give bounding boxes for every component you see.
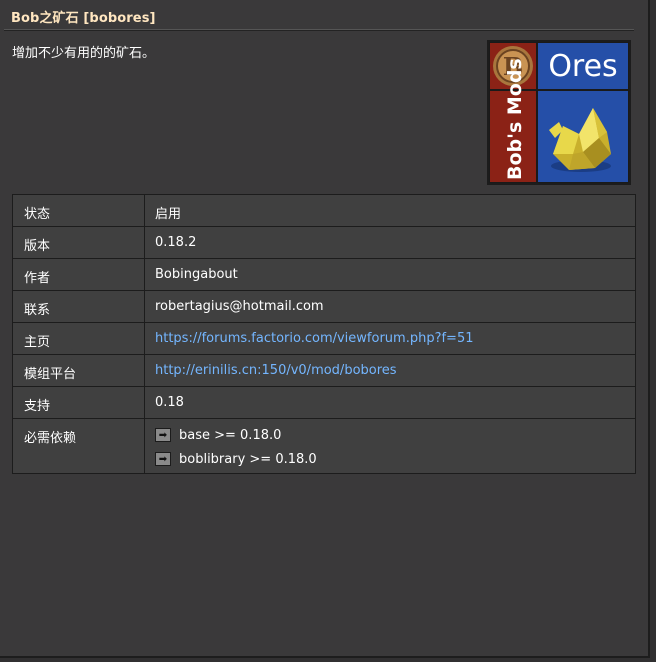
- dependency-item[interactable]: ➡ boblibrary >= 0.18.0: [155, 447, 635, 471]
- arrow-right-icon: ➡: [155, 452, 171, 466]
- value-homepage-cell: https://forums.factorio.com/viewforum.ph…: [145, 323, 635, 354]
- info-row-support: 支持 0.18: [13, 387, 635, 419]
- arrow-right-icon: ➡: [155, 428, 171, 442]
- mod-portal-link[interactable]: http://erinilis.cn:150/v0/mod/bobores: [155, 363, 397, 378]
- label-support: 支持: [13, 387, 145, 418]
- title-divider: [4, 29, 634, 31]
- info-row-version: 版本 0.18.2: [13, 227, 635, 259]
- value-status: 启用: [145, 195, 635, 226]
- label-contact: 联系: [13, 291, 145, 322]
- value-mod-portal-cell: http://erinilis.cn:150/v0/mod/bobores: [145, 355, 635, 386]
- mod-thumbnail: B Ores Bob's Mods: [487, 40, 631, 185]
- mod-description: 增加不少有用的的矿石。: [12, 46, 156, 61]
- value-contact: robertagius@hotmail.com: [145, 291, 635, 322]
- info-row-homepage: 主页 https://forums.factorio.com/viewforum…: [13, 323, 635, 355]
- logo-side-text: Bob's Mods: [504, 58, 526, 180]
- mod-info-table: 状态 启用 版本 0.18.2 作者 Bobingabout 联系 robert…: [12, 194, 636, 474]
- info-row-dependencies: 必需依赖 ➡ base >= 0.18.0 ➡ boblibrary >= 0.…: [13, 419, 635, 473]
- info-row-mod-portal: 模组平台 http://erinilis.cn:150/v0/mod/bobor…: [13, 355, 635, 387]
- label-version: 版本: [13, 227, 145, 258]
- dependency-label: boblibrary >= 0.18.0: [179, 451, 317, 467]
- value-author: Bobingabout: [145, 259, 635, 290]
- label-author: 作者: [13, 259, 145, 290]
- homepage-link[interactable]: https://forums.factorio.com/viewforum.ph…: [155, 331, 473, 346]
- label-mod-portal: 模组平台: [13, 355, 145, 386]
- value-support: 0.18: [145, 387, 635, 418]
- dependency-label: base >= 0.18.0: [179, 427, 282, 443]
- info-row-contact: 联系 robertagius@hotmail.com: [13, 291, 635, 323]
- label-status: 状态: [13, 195, 145, 226]
- info-row-author: 作者 Bobingabout: [13, 259, 635, 291]
- dependencies-list: ➡ base >= 0.18.0 ➡ boblibrary >= 0.18.0: [145, 419, 635, 473]
- info-row-status: 状态 启用: [13, 195, 635, 227]
- logo-ores-text: Ores: [548, 49, 617, 84]
- dependency-item[interactable]: ➡ base >= 0.18.0: [155, 423, 635, 447]
- bobs-mods-logo-icon: B Ores Bob's Mods: [489, 42, 629, 183]
- label-homepage: 主页: [13, 323, 145, 354]
- mod-details-panel: Bob之矿石 [bobores] 增加不少有用的的矿石。 B Ores Bob'…: [0, 0, 650, 658]
- label-dependencies: 必需依赖: [13, 419, 145, 473]
- mod-title: Bob之矿石 [bobores]: [11, 11, 156, 26]
- value-version: 0.18.2: [145, 227, 635, 258]
